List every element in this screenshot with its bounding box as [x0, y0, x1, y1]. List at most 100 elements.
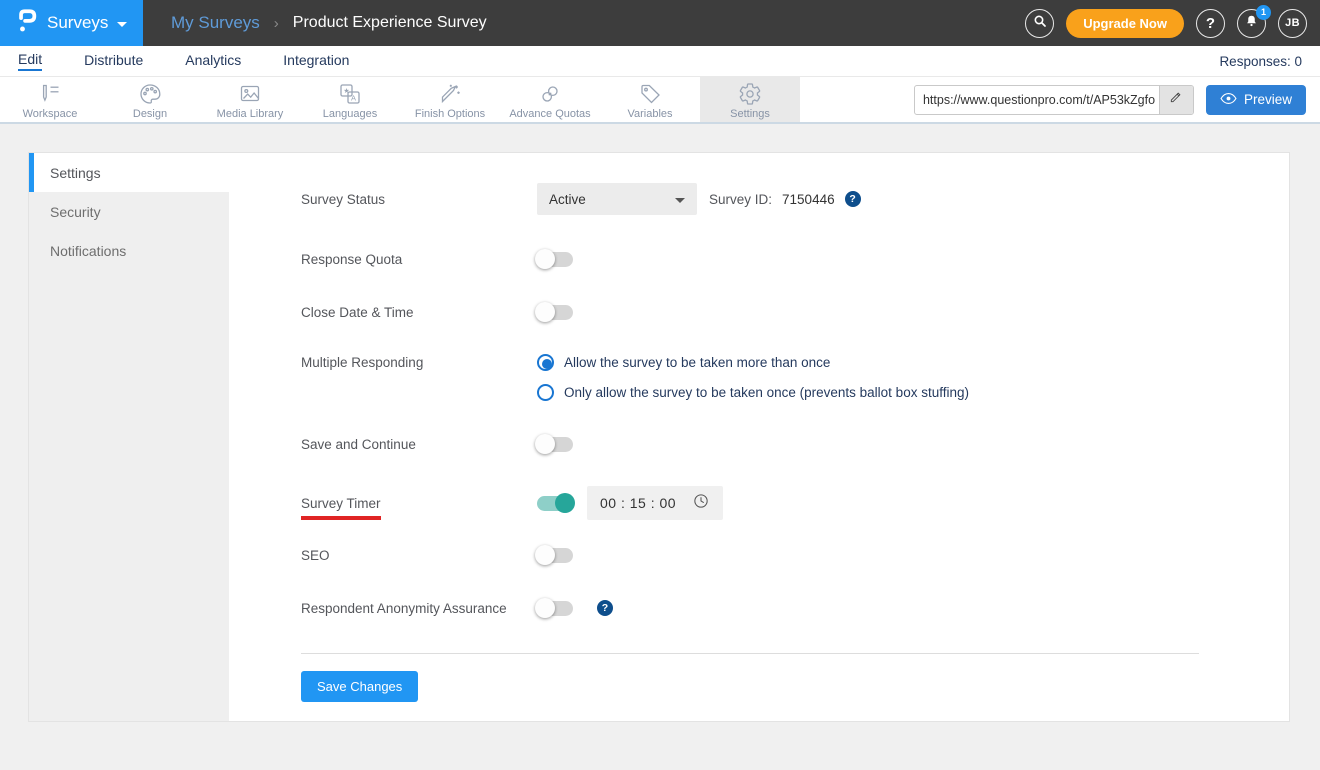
respondent-anonymity-help-icon[interactable]: ?	[597, 600, 613, 616]
eye-icon	[1220, 92, 1237, 108]
variables-icon	[638, 82, 662, 106]
radio-allow-multiple-label: Allow the survey to be taken more than o…	[564, 355, 831, 370]
survey-timer-label-text: Survey Timer	[301, 495, 381, 520]
edit-url-button[interactable]	[1158, 85, 1193, 114]
survey-status-value: Active	[549, 191, 586, 207]
survey-timer-input[interactable]: 00 : 15 : 00	[587, 486, 724, 520]
multiple-responding-row: Multiple Responding Allow the survey to …	[301, 354, 1289, 401]
toolbar-item-label: Finish Options	[414, 107, 486, 120]
survey-id-help-icon[interactable]: ?	[844, 191, 861, 207]
nav-tab-label: Integration	[283, 52, 350, 68]
radio-allow-multiple[interactable]: Allow the survey to be taken more than o…	[537, 354, 969, 371]
toolbar-item-advance-quotas[interactable]: Advance Quotas	[500, 77, 600, 122]
toolbar-item-design[interactable]: Design	[100, 77, 200, 122]
toolbar-item-workspace[interactable]: Workspace	[0, 77, 100, 122]
response-quota-label: Response Quota	[301, 251, 403, 267]
toolbar-item-label: Languages	[322, 107, 378, 120]
toolbar: Workspace Design Media Library ★ A Langua…	[0, 77, 1320, 124]
surveys-menu-button[interactable]: Surveys	[0, 0, 143, 46]
save-and-continue-label: Save and Continue	[301, 436, 416, 452]
preview-button-label: Preview	[1243, 92, 1292, 107]
settings-card: Settings Security Notifications Survey Sta…	[28, 152, 1290, 722]
survey-timer-label: Survey Timer	[301, 495, 537, 520]
survey-timer-value[interactable]: 00 : 15 : 00	[600, 495, 676, 511]
svg-text:A: A	[351, 93, 356, 102]
toolbar-item-label: Advance Quotas	[509, 107, 591, 120]
preview-button[interactable]: Preview	[1205, 84, 1306, 115]
radio-icon[interactable]	[537, 354, 554, 371]
finish-options-icon	[438, 82, 462, 106]
response-quota-row: Response Quota	[301, 248, 1289, 270]
search-button[interactable]	[1025, 8, 1055, 38]
survey-status-label: Survey Status	[301, 191, 386, 207]
pencil-icon	[1169, 90, 1183, 109]
respondent-anonymity-row: Respondent Anonymity Assurance ?	[301, 597, 1289, 619]
avatar[interactable]: JB	[1278, 8, 1307, 38]
save-changes-button[interactable]: Save Changes	[301, 671, 419, 702]
settings-form: Survey Status Active Survey ID: 7150446 …	[229, 153, 1289, 721]
avatar-initials: JB	[1285, 17, 1300, 29]
breadcrumb-my-surveys[interactable]: My Surveys	[171, 13, 260, 33]
workspace-icon	[38, 82, 62, 106]
nav-tab-integration[interactable]: Integration	[283, 52, 349, 70]
toolbar-item-media-library[interactable]: Media Library	[200, 77, 300, 122]
settings-icon	[738, 82, 762, 106]
radio-icon[interactable]	[537, 384, 554, 401]
close-date-time-label: Close Date & Time	[301, 304, 414, 320]
toolbar-item-variables[interactable]: Variables	[600, 77, 700, 122]
seo-toggle[interactable]	[535, 545, 573, 565]
multiple-responding-label: Multiple Responding	[301, 355, 424, 370]
response-quota-toggle[interactable]	[535, 249, 573, 269]
close-date-time-toggle[interactable]	[535, 302, 573, 322]
sidebar-item-settings[interactable]: Settings	[29, 153, 229, 192]
survey-status-select[interactable]: Active	[537, 183, 697, 215]
save-and-continue-toggle[interactable]	[535, 434, 573, 454]
survey-url-value[interactable]: https://www.questionpro.com/t/AP53kZgfo	[915, 93, 1159, 107]
sidebar-item-label: Security	[50, 203, 101, 220]
settings-sidebar: Settings Security Notifications	[29, 153, 229, 721]
nav-tab-label: Analytics	[185, 52, 242, 68]
respondent-anonymity-label: Respondent Anonymity Assurance	[301, 600, 507, 616]
multiple-responding-options: Allow the survey to be taken more than o…	[537, 354, 969, 401]
survey-id-group: Survey ID: 7150446 ?	[709, 191, 861, 207]
upgrade-now-button[interactable]: Upgrade Now	[1066, 8, 1184, 38]
chevron-down-icon	[675, 197, 685, 203]
nav-tab-edit[interactable]: Edit	[18, 51, 43, 71]
survey-id-label: Survey ID:	[709, 191, 773, 207]
save-and-continue-row: Save and Continue	[301, 433, 1289, 455]
survey-status-row: Survey Status Active Survey ID: 7150446 …	[301, 183, 1289, 215]
header-actions: Upgrade Now ? 1 JB	[1025, 0, 1307, 46]
toolbar-right: https://www.questionpro.com/t/AP53kZgfo …	[913, 77, 1306, 122]
survey-id-value: 7150446	[782, 191, 835, 207]
section-nav: Edit Distribute Analytics Integration Respo…	[0, 46, 1320, 77]
toolbar-item-finish-options[interactable]: Finish Options	[400, 77, 500, 122]
questionpro-logo-icon	[17, 7, 38, 39]
toolbar-item-label: Media Library	[216, 107, 284, 120]
breadcrumb-separator: ›	[273, 14, 279, 32]
search-icon	[1032, 13, 1048, 34]
advance-quotas-icon	[538, 82, 562, 106]
sidebar-item-security[interactable]: Security	[29, 192, 229, 231]
seo-label: SEO	[301, 547, 330, 563]
help-button[interactable]: ?	[1196, 8, 1225, 38]
toolbar-item-label: Design	[132, 107, 168, 120]
nav-tab-distribute[interactable]: Distribute	[84, 52, 143, 70]
toolbar-item-settings[interactable]: Settings	[700, 77, 800, 122]
survey-timer-toggle[interactable]	[537, 493, 575, 513]
toolbar-item-label: Settings	[730, 107, 770, 120]
radio-only-once[interactable]: Only allow the survey to be taken once (…	[537, 384, 969, 401]
survey-url-input[interactable]: https://www.questionpro.com/t/AP53kZgfo	[913, 84, 1194, 115]
languages-icon: ★ A	[338, 82, 362, 106]
nav-tab-label: Distribute	[84, 52, 144, 68]
toolbar-item-label: Workspace	[22, 107, 78, 120]
media-library-icon	[238, 82, 262, 106]
toolbar-item-languages[interactable]: ★ A Languages	[300, 77, 400, 122]
sidebar-item-notifications[interactable]: Notifications	[29, 231, 229, 270]
responses-count: Responses: 0	[1219, 53, 1302, 69]
notifications-button[interactable]: 1	[1237, 4, 1271, 38]
nav-tab-analytics[interactable]: Analytics	[185, 52, 241, 70]
toolbar-item-label: Variables	[627, 107, 673, 120]
respondent-anonymity-toggle[interactable]	[535, 598, 573, 618]
survey-timer-row: Survey Timer 00 : 15 : 00	[301, 486, 1289, 520]
clock-icon	[692, 492, 710, 515]
